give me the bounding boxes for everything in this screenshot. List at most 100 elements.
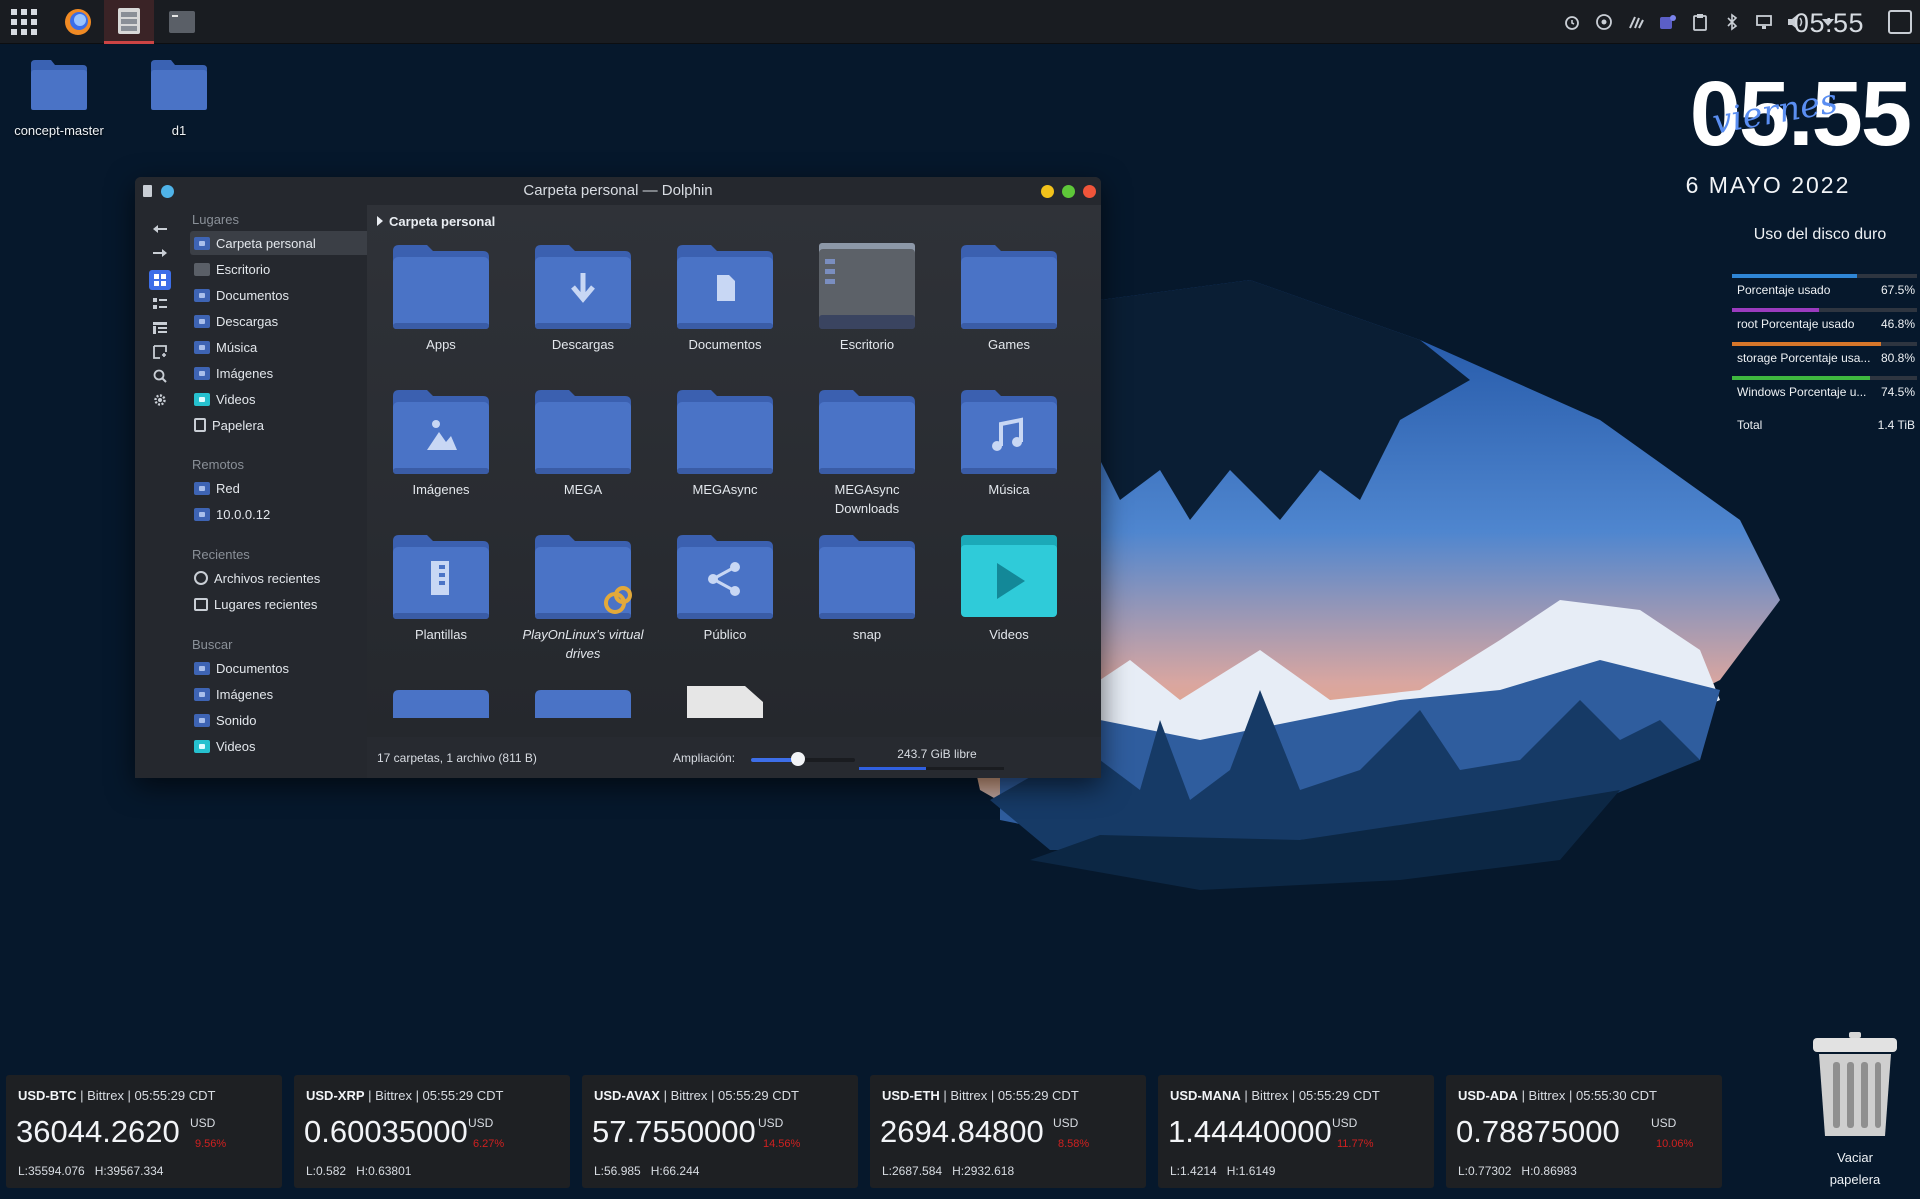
place-label: Videos xyxy=(216,738,256,754)
ticker-currency: USD xyxy=(758,1116,784,1130)
place-label: Papelera xyxy=(212,417,265,433)
compact-view-button[interactable] xyxy=(149,294,171,314)
folder-icon xyxy=(819,535,915,619)
ticker-card[interactable]: USD-AVAX | Bittrex | 05:55:29 CDT 57.7550… xyxy=(582,1075,858,1188)
file-icon xyxy=(959,243,1059,329)
task-firefox[interactable] xyxy=(56,0,100,44)
partial-file-item[interactable] xyxy=(675,684,775,718)
ticker-high: H:39567.334 xyxy=(94,1164,164,1178)
alarm-icon[interactable] xyxy=(1562,12,1582,32)
folder-icon xyxy=(677,390,773,474)
file-item[interactable]: PlayOnLinux's virtual drives xyxy=(519,533,647,663)
place-item[interactable]: Música xyxy=(190,335,370,359)
place-item[interactable]: Papelera xyxy=(190,413,370,437)
file-item[interactable]: Games xyxy=(945,243,1073,354)
place-item[interactable]: Videos xyxy=(190,387,370,411)
file-item[interactable]: snap xyxy=(803,533,931,644)
window-titlebar[interactable]: Carpeta personal — Dolphin xyxy=(135,177,1101,205)
status-text: 17 carpetas, 1 archivo (811 B) xyxy=(377,751,537,765)
ticker-low: L:0.77302 xyxy=(1458,1164,1512,1178)
disk-usage-bar xyxy=(1732,342,1917,346)
ticker-high: H:2932.618 xyxy=(952,1164,1015,1178)
show-desktop-button[interactable] xyxy=(1888,10,1912,34)
ticker-card[interactable]: USD-XRP | Bittrex | 05:55:29 CDT 0.600350… xyxy=(294,1075,570,1188)
place-item[interactable]: Imágenes xyxy=(190,361,370,385)
file-item[interactable]: Videos xyxy=(945,533,1073,644)
partial-folder-item[interactable] xyxy=(533,684,633,718)
folder-pictures-icon xyxy=(393,390,489,474)
minimize-button[interactable] xyxy=(1041,185,1054,198)
place-item[interactable]: Lugares recientes xyxy=(190,592,370,616)
place-item[interactable]: Escritorio xyxy=(190,257,370,281)
ticker-price: 57.7550000 xyxy=(592,1114,756,1149)
forward-button[interactable] xyxy=(149,243,171,263)
clipboard-icon[interactable] xyxy=(1690,12,1710,32)
file-label: PlayOnLinux's virtual drives xyxy=(522,627,644,661)
file-item[interactable]: Documentos xyxy=(661,243,789,354)
desktop-icon-d1[interactable]: d1 xyxy=(124,58,234,138)
ticker-high: H:0.86983 xyxy=(1521,1164,1577,1178)
ticker-card[interactable]: USD-ADA | Bittrex | 05:55:30 CDT 0.788750… xyxy=(1446,1075,1722,1188)
icons-view-button[interactable] xyxy=(149,270,171,290)
place-item[interactable]: Carpeta personal xyxy=(190,231,370,255)
trash-widget[interactable]: Vaciar papelera xyxy=(1795,1030,1915,1189)
ticker-card[interactable]: USD-BTC | Bittrex | 05:55:29 CDT 36044.26… xyxy=(6,1075,282,1188)
folder-music-icon xyxy=(961,390,1057,474)
file-icon xyxy=(533,243,633,329)
place-item[interactable]: Documentos xyxy=(190,656,370,680)
place-item[interactable]: Imágenes xyxy=(190,682,370,706)
place-item[interactable]: 10.0.0.12 xyxy=(190,502,370,526)
file-item[interactable]: MEGAsync Downloads xyxy=(803,388,931,518)
place-label: 10.0.0.12 xyxy=(216,506,271,522)
settings-button[interactable] xyxy=(149,390,171,410)
section-label: Recientes xyxy=(192,547,250,562)
file-item[interactable]: Escritorio xyxy=(803,243,931,354)
partial-folder-item[interactable] xyxy=(391,684,491,718)
ticker-card[interactable]: USD-ETH | Bittrex | 05:55:29 CDT 2694.848… xyxy=(870,1075,1146,1188)
breadcrumb[interactable]: Carpeta personal xyxy=(377,214,495,229)
file-item[interactable]: Música xyxy=(945,388,1073,499)
bluetooth-icon[interactable] xyxy=(1722,12,1742,32)
place-item[interactable]: Documentos xyxy=(190,283,370,307)
place-item[interactable]: Sonido xyxy=(190,708,370,732)
updates-icon[interactable] xyxy=(1594,12,1614,32)
ticker-range: L:56.985 H:66.244 xyxy=(594,1164,699,1178)
file-item[interactable]: Plantillas xyxy=(377,533,505,644)
folder-icon xyxy=(535,690,631,718)
display-icon[interactable] xyxy=(1754,12,1774,32)
search-icon xyxy=(153,369,167,383)
maximize-button[interactable] xyxy=(1062,185,1075,198)
details-view-button[interactable] xyxy=(149,318,171,338)
close-button[interactable] xyxy=(1083,185,1096,198)
file-item[interactable]: Público xyxy=(661,533,789,644)
desktop-icon-concept-master[interactable]: concept-master xyxy=(4,58,114,138)
file-label: Público xyxy=(703,627,747,642)
place-item[interactable]: Red xyxy=(190,476,370,500)
file-item[interactable]: Descargas xyxy=(519,243,647,354)
search-button[interactable] xyxy=(149,366,171,386)
ticker-header: USD-MANA | Bittrex | 05:55:29 CDT xyxy=(1170,1088,1380,1103)
split-view-button[interactable] xyxy=(149,342,171,362)
ticker-card[interactable]: USD-MANA | Bittrex | 05:55:29 CDT 1.44440… xyxy=(1158,1075,1434,1188)
file-item[interactable]: Imágenes xyxy=(377,388,505,499)
task-terminal[interactable] xyxy=(162,0,202,44)
ticker-high: H:0.63801 xyxy=(356,1164,412,1178)
kdeconnect-icon[interactable] xyxy=(1626,12,1646,32)
back-button[interactable] xyxy=(149,219,171,239)
place-item[interactable]: Archivos recientes xyxy=(190,566,370,590)
place-item[interactable]: Videos xyxy=(190,734,370,758)
panel-clock[interactable]: 05:55 xyxy=(1794,8,1864,39)
app-launcher-button[interactable] xyxy=(4,0,44,44)
teams-icon[interactable] xyxy=(1658,12,1678,32)
file-item[interactable]: MEGA xyxy=(519,388,647,499)
file-item[interactable]: Apps xyxy=(377,243,505,354)
zoom-slider-handle[interactable] xyxy=(790,752,805,766)
file-icon xyxy=(533,533,633,619)
place-label: Música xyxy=(216,339,258,355)
trash-can-icon xyxy=(1813,1032,1897,1136)
firefox-icon xyxy=(65,9,91,35)
file-item[interactable]: MEGAsync xyxy=(661,388,789,499)
task-dolphin[interactable] xyxy=(104,0,154,44)
place-item[interactable]: Descargas xyxy=(190,309,370,333)
place-label: Archivos recientes xyxy=(214,570,321,586)
